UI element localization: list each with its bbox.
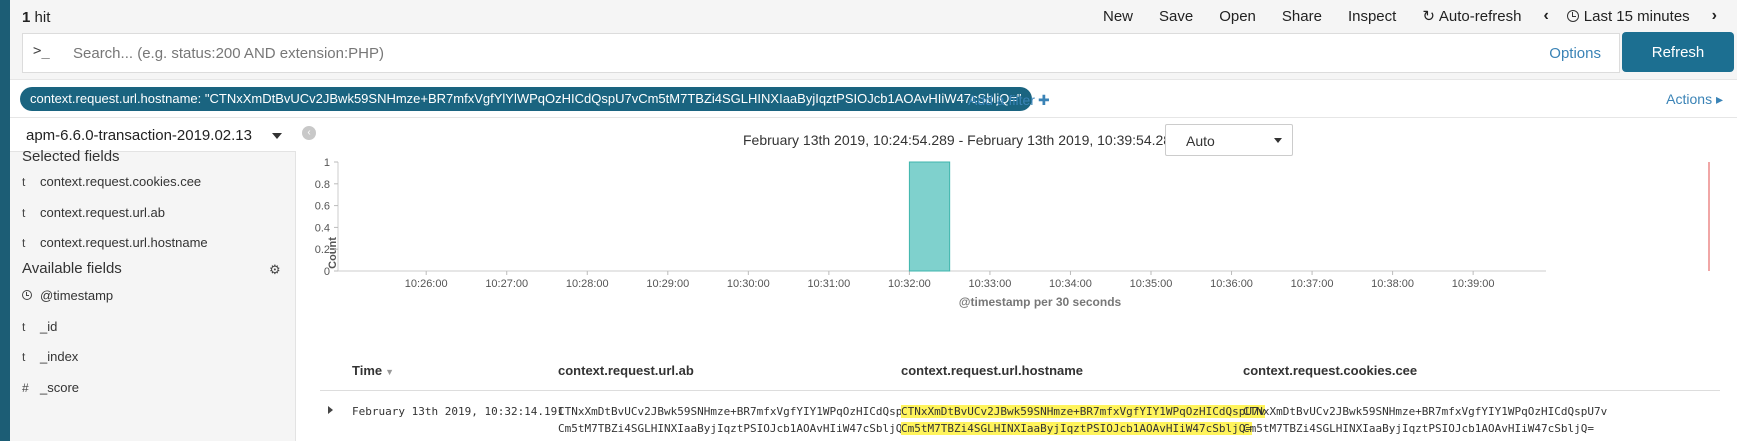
x-tick-label: 10:27:00 bbox=[485, 278, 528, 290]
sort-icon[interactable]: ▼ bbox=[385, 367, 394, 377]
time-prev-chevron-icon[interactable]: ‹ bbox=[1543, 7, 1548, 25]
time-next-chevron-icon[interactable]: › bbox=[1712, 7, 1717, 25]
top-menu: New Save Open Share Inspect ↻ Auto-refres… bbox=[1077, 7, 1717, 25]
string-type-icon: t bbox=[22, 205, 26, 220]
x-tick-label: 10:28:00 bbox=[566, 278, 609, 290]
number-type-icon: # bbox=[22, 380, 29, 395]
x-tick-label: 10:38:00 bbox=[1371, 278, 1414, 290]
selected-field-item[interactable]: t context.request.url.hostname bbox=[22, 235, 208, 250]
y-tick-label: 0 bbox=[324, 266, 330, 278]
y-tick-label: 0.4 bbox=[315, 222, 330, 234]
auto-refresh-button[interactable]: ↻ Auto-refresh bbox=[1422, 7, 1521, 26]
refresh-button[interactable]: Refresh bbox=[1622, 32, 1734, 72]
string-type-icon: t bbox=[22, 349, 26, 364]
clock-icon bbox=[1566, 10, 1579, 22]
string-type-icon: t bbox=[22, 235, 26, 250]
x-tick-label: 10:35:00 bbox=[1130, 278, 1173, 290]
x-tick-label: 10:33:00 bbox=[969, 278, 1012, 290]
options-link[interactable]: Options bbox=[1549, 45, 1601, 62]
y-tick-label: 1 bbox=[324, 157, 330, 169]
table-cell-url-hostname: CTNxXmDtBvUCv2JBwk59SNHmze+BR7mfxVgfYIY1… bbox=[901, 405, 1266, 435]
x-axis-label: @timestamp per 30 seconds bbox=[959, 295, 1122, 309]
column-header-url-hostname[interactable]: context.request.url.hostname bbox=[901, 363, 1083, 378]
index-pattern-select[interactable]: apm-6.6.0-transaction-2019.02.13 bbox=[10, 118, 296, 152]
available-field-item[interactable]: t _index bbox=[22, 349, 78, 364]
y-tick-label: 0.2 bbox=[315, 244, 330, 256]
column-header-time[interactable]: Time ▼ bbox=[352, 363, 394, 378]
plus-icon: ✚ bbox=[1037, 92, 1050, 108]
caret-right-icon: ▸ bbox=[1715, 91, 1723, 107]
x-tick-label: 10:30:00 bbox=[727, 278, 770, 290]
y-tick-label: 0.8 bbox=[315, 179, 330, 191]
x-tick-label: 10:39:00 bbox=[1452, 278, 1495, 290]
filter-bar: context.request.url.hostname: "CTNxXmDtB… bbox=[10, 81, 1737, 118]
gear-icon[interactable]: ⚙ bbox=[269, 262, 281, 278]
available-field-item[interactable]: t _id bbox=[22, 319, 57, 334]
selected-fields-heading: Selected fields bbox=[22, 148, 120, 165]
x-tick-label: 10:26:00 bbox=[405, 278, 448, 290]
left-nav-stripe bbox=[0, 0, 10, 441]
selected-field-item[interactable]: t context.request.url.ab bbox=[22, 205, 165, 220]
x-tick-label: 10:34:00 bbox=[1049, 278, 1092, 290]
x-tick-label: 10:32:00 bbox=[888, 278, 931, 290]
hit-count: 1 hit bbox=[22, 9, 51, 26]
open-button[interactable]: Open bbox=[1219, 8, 1256, 25]
actions-link[interactable]: Actions ▸ bbox=[1666, 91, 1723, 108]
field-sidebar: apm-6.6.0-transaction-2019.02.13 Selecte… bbox=[10, 118, 296, 441]
share-button[interactable]: Share bbox=[1282, 8, 1322, 25]
histogram-chart: Count @timestamp per 30 seconds 00.20.40… bbox=[315, 157, 1710, 309]
available-fields-heading: Available fields bbox=[22, 260, 122, 277]
x-tick-label: 10:37:00 bbox=[1291, 278, 1334, 290]
filter-pill-hostname[interactable]: context.request.url.hostname: "CTNxXmDtB… bbox=[20, 87, 1032, 111]
available-field-item[interactable]: @timestamp bbox=[22, 288, 113, 303]
date-type-icon bbox=[22, 289, 32, 300]
header-divider bbox=[320, 390, 1720, 391]
string-type-icon: t bbox=[22, 319, 26, 334]
discover-main: February 13th 2019, 10:24:54.289 - Febru… bbox=[296, 118, 1737, 441]
x-tick-label: 10:36:00 bbox=[1210, 278, 1253, 290]
column-header-url-ab[interactable]: context.request.url.ab bbox=[558, 363, 694, 378]
new-button[interactable]: New bbox=[1103, 8, 1133, 25]
table-cell-cookies-cee: CTNxXmDtBvUCv2JBwk59SNHmze+BR7mfxVgfYIY1… bbox=[1243, 405, 1608, 435]
caret-down-icon bbox=[272, 133, 282, 139]
refresh-icon: ↻ bbox=[1422, 8, 1435, 25]
table-cell-url-ab: CTNxXmDtBvUCv2JBwk59SNHmze+BR7mfxVgfYIY1… bbox=[558, 405, 923, 435]
selected-field-item[interactable]: t context.request.cookies.cee bbox=[22, 174, 201, 189]
table-cell-time: February 13th 2019, 10:32:14.191 bbox=[352, 405, 564, 418]
x-tick-label: 10:29:00 bbox=[646, 278, 689, 290]
expand-row-icon[interactable] bbox=[328, 406, 333, 414]
string-type-icon: t bbox=[22, 174, 26, 189]
y-tick-label: 0.6 bbox=[315, 201, 330, 213]
search-input[interactable] bbox=[71, 40, 1371, 66]
inspect-button[interactable]: Inspect bbox=[1348, 8, 1396, 25]
time-picker-button[interactable]: Last 15 minutes bbox=[1566, 8, 1690, 25]
query-prompt-icon: >_ bbox=[33, 43, 50, 59]
available-field-item[interactable]: # _score bbox=[22, 380, 79, 395]
histogram-bar bbox=[908, 161, 951, 272]
top-bar: 1 hit New Save Open Share Inspect ↻ Auto-… bbox=[10, 0, 1737, 80]
column-header-cookies-cee[interactable]: context.request.cookies.cee bbox=[1243, 363, 1417, 378]
query-bar: >_ Options bbox=[22, 33, 1620, 73]
save-button[interactable]: Save bbox=[1159, 8, 1193, 25]
add-filter-link[interactable]: Add a filter ✚ bbox=[968, 92, 1050, 109]
x-tick-label: 10:31:00 bbox=[807, 278, 850, 290]
